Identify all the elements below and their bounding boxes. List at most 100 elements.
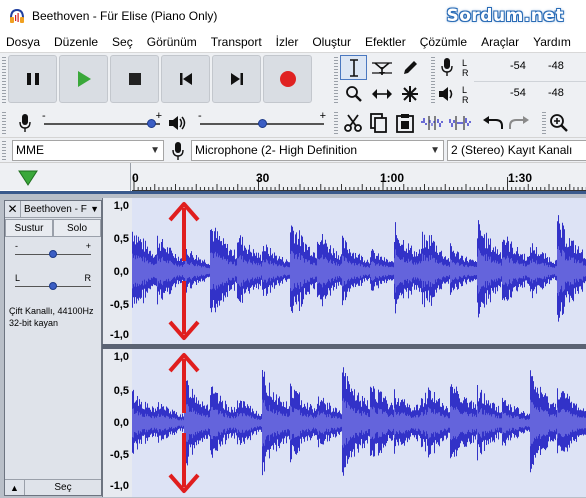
slider-thumb[interactable] <box>49 250 57 258</box>
draw-tool-button[interactable] <box>396 55 423 80</box>
slider-thumb[interactable] <box>146 119 156 128</box>
close-icon: ✕ <box>7 202 18 216</box>
audacity-logo-icon <box>10 8 24 23</box>
meter-scale-label: -54 <box>510 87 526 99</box>
trim-audio-icon <box>421 116 443 130</box>
menu-tracks[interactable]: İzler <box>269 35 306 49</box>
menu-select[interactable]: Seç <box>105 35 140 49</box>
meter-toolbar: LR -54 -48 LR -54 -48 <box>434 55 586 107</box>
waveform <box>132 202 586 340</box>
close-track-button[interactable]: ✕ <box>5 201 21 217</box>
chevron-down-icon[interactable]: ▼ <box>90 204 101 214</box>
menu-tools[interactable]: Araçlar <box>474 35 526 49</box>
zoom-tool-button[interactable] <box>340 81 367 106</box>
selection-tool-button[interactable] <box>340 55 367 80</box>
playback-meter[interactable]: LR -54 -48 <box>434 82 586 107</box>
timeshift-tool-icon <box>371 88 392 99</box>
pan-slider[interactable]: L R <box>13 273 93 299</box>
window-title: Beethoven - Für Elise (Piano Only) <box>32 9 218 23</box>
audio-host-select[interactable]: MME ▼ <box>12 140 164 161</box>
envelope-tool-icon <box>371 61 392 75</box>
collapse-track-button[interactable]: ▲ <box>5 480 25 495</box>
menu-generate[interactable]: Oluştur <box>305 35 358 49</box>
menu-effects[interactable]: Efektler <box>358 35 413 49</box>
recording-device-select[interactable]: Microphone (2- High Definition ▼ <box>191 140 444 161</box>
scale-label: -0,5 <box>110 449 129 461</box>
toolbar-area: LR -54 -48 LR -54 -48 - + - + <box>0 52 586 137</box>
undo-button[interactable] <box>480 115 506 131</box>
copy-button[interactable] <box>366 113 392 133</box>
paste-button[interactable] <box>392 113 418 133</box>
silence-audio-button[interactable] <box>446 115 474 131</box>
speaker-icon <box>169 116 186 130</box>
menu-view[interactable]: Görünüm <box>140 35 204 49</box>
toolbar-grip[interactable] <box>334 112 338 134</box>
select-track-button[interactable]: Seç <box>25 480 101 495</box>
track-buttons: Sustur Solo <box>5 219 101 237</box>
scale-label: -0,5 <box>110 299 129 311</box>
track-title-bar[interactable]: ✕ Beethoven - F ▼ <box>5 201 101 218</box>
waveform-left-channel[interactable] <box>132 198 586 344</box>
stop-icon <box>128 73 141 85</box>
gain-slider[interactable]: - + <box>13 241 93 267</box>
pause-button[interactable] <box>8 55 57 103</box>
selection-tool-icon <box>349 58 358 77</box>
record-volume-slider[interactable]: - + <box>40 109 164 137</box>
menu-analyze[interactable]: Çözümle <box>413 35 474 49</box>
chevron-up-icon: ▲ <box>10 482 19 493</box>
timeshift-tool-button[interactable] <box>368 81 395 106</box>
trim-audio-button[interactable] <box>418 115 446 131</box>
scale-label: 1,0 <box>113 351 129 363</box>
menu-transport[interactable]: Transport <box>204 35 269 49</box>
track-name[interactable]: Beethoven - F <box>21 204 90 215</box>
envelope-tool-button[interactable] <box>368 55 395 80</box>
slider-thumb[interactable] <box>49 282 57 290</box>
microphone-icon <box>172 142 184 160</box>
scale-label: 0,5 <box>113 233 129 245</box>
toolbar-grip[interactable] <box>2 112 6 134</box>
track-control-panel[interactable]: ✕ Beethoven - F ▼ Sustur Solo - + L R Çi… <box>4 200 102 496</box>
recording-channels-select[interactable]: 2 (Stereo) Kayıt Kanalı <box>447 140 586 161</box>
playback-volume-slider[interactable]: - + <box>196 109 328 137</box>
record-meter[interactable]: LR -54 -48 <box>434 55 586 80</box>
play-button[interactable] <box>59 55 108 103</box>
toolbar-grip[interactable] <box>2 141 6 160</box>
play-head-icon[interactable] <box>16 168 40 188</box>
menu-edit[interactable]: Düzenle <box>47 35 105 49</box>
vertical-scale-left-channel[interactable]: 1,0 0,5 0,0 -0,5 -1,0 <box>102 198 132 344</box>
toolbar-grip[interactable] <box>542 112 546 134</box>
vertical-scale-right-channel[interactable]: 1,0 0,5 0,0 -0,5 -1,0 <box>102 349 132 497</box>
zoom-in-button[interactable] <box>546 113 572 133</box>
toolbar-grip[interactable] <box>334 57 338 105</box>
cut-button[interactable] <box>340 113 366 133</box>
meter-scale-label: -54 <box>510 60 526 72</box>
solo-button[interactable]: Solo <box>53 219 101 237</box>
timeline-ruler[interactable]: 0 30 1:00 1:30 <box>0 162 586 191</box>
skip-to-end-button[interactable] <box>212 55 261 103</box>
stop-button[interactable] <box>110 55 159 103</box>
menu-help[interactable]: Yardım <box>526 35 578 49</box>
meter-channel-labels: LR <box>462 84 469 105</box>
zoom-tool-icon <box>345 85 362 102</box>
microphone-icon <box>441 58 453 76</box>
meter-scale-label: -48 <box>548 87 564 99</box>
record-button[interactable] <box>263 55 312 103</box>
redo-icon <box>509 116 529 129</box>
ruler-label: 0 <box>132 171 139 185</box>
meter-scale-label: -48 <box>548 60 564 72</box>
mute-button[interactable]: Sustur <box>5 219 53 237</box>
waveform-right-channel[interactable] <box>132 349 586 497</box>
scale-label: 0,0 <box>113 417 129 429</box>
redo-button[interactable] <box>506 115 532 131</box>
skip-to-start-button[interactable] <box>161 55 210 103</box>
multi-tool-button[interactable] <box>396 81 423 106</box>
chevron-down-icon: ▼ <box>150 145 160 156</box>
time-ruler[interactable]: 0 30 1:00 1:30 <box>132 163 586 191</box>
toolbar-grip[interactable] <box>2 57 6 103</box>
slider-thumb[interactable] <box>258 119 267 128</box>
device-toolbar: MME ▼ Microphone (2- High Definition ▼ 2 (… <box>0 137 586 162</box>
draw-tool-icon <box>403 60 417 74</box>
scale-label: 0,0 <box>113 266 129 278</box>
menu-bar: Dosya Düzenle Seç Görünüm Transport İzle… <box>0 32 586 52</box>
menu-file[interactable]: Dosya <box>0 35 47 49</box>
